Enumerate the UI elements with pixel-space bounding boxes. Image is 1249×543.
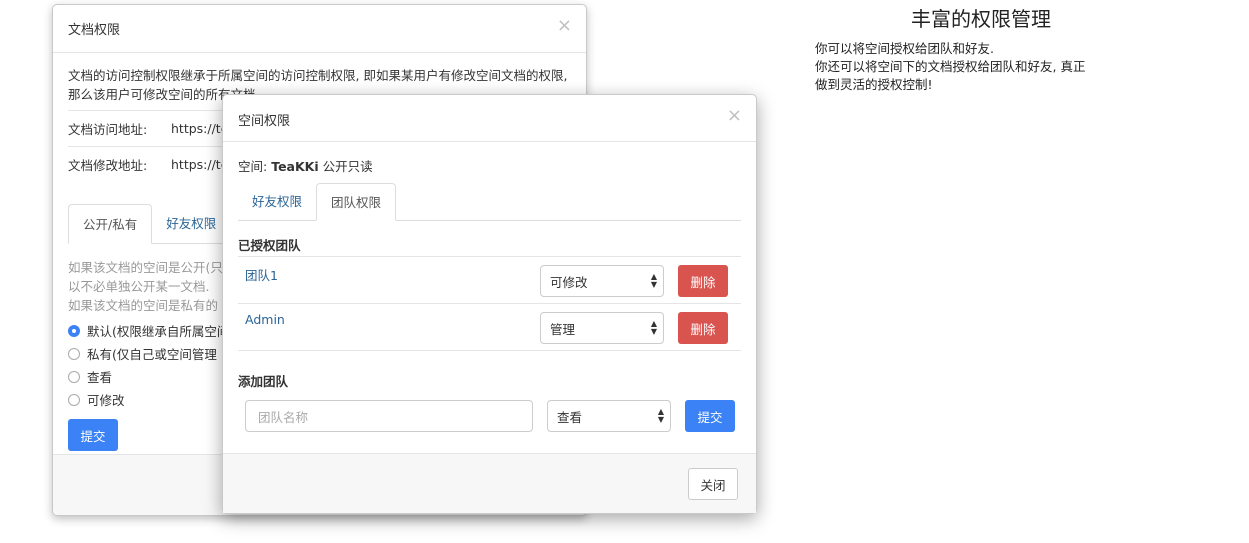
feature-line: 你还可以将空间下的文档授权给团队和好友, 真正	[815, 59, 1086, 74]
select-value: 管理	[550, 321, 576, 337]
radio-label: 默认(权限继承自所属空间	[87, 324, 230, 339]
add-team-submit-button[interactable]: 提交	[685, 400, 735, 432]
select-arrows-icon: ▲ ▼	[657, 407, 664, 424]
feature-title: 丰富的权限管理	[911, 7, 1051, 31]
doc-access-url[interactable]: https://te	[171, 121, 228, 136]
team-permission-select[interactable]: 管理 ▲ ▼	[540, 312, 664, 344]
team-name-input[interactable]: 团队名称	[245, 400, 533, 432]
radio-label: 私有(仅自己或空间管理	[87, 347, 217, 362]
space-permission-tabs: 好友权限 团队权限	[238, 183, 741, 221]
tab-team-permission[interactable]: 团队权限	[316, 183, 397, 221]
radio-label: 查看	[87, 370, 113, 385]
close-button[interactable]: 关闭	[688, 468, 738, 500]
select-arrows-icon: ▲ ▼	[650, 319, 657, 336]
radio-label: 可修改	[87, 393, 125, 408]
tab-friend-permission[interactable]: 好友权限	[238, 183, 316, 220]
space-permission-modal: 空间权限 × 空间: TeaKKi 公开只读 好友权限 团队权限 已授权团队 团…	[222, 94, 757, 514]
space-modal-body: 空间: TeaKKi 公开只读 好友权限 团队权限 已授权团队 团队1 可修改 …	[223, 142, 756, 432]
space-label: 空间:	[238, 159, 268, 174]
feature-line: 做到灵活的授权控制!	[815, 77, 933, 92]
doc-access-label: 文档访问地址:	[68, 122, 148, 137]
tab-public-private[interactable]: 公开/私有	[68, 204, 153, 244]
close-icon[interactable]: ×	[557, 17, 572, 35]
space-modal-footer: 关闭	[223, 453, 756, 513]
add-team-form: 团队名称 查看 ▲ ▼ 提交	[238, 400, 741, 432]
team-permission-select[interactable]: 可修改 ▲ ▼	[540, 265, 664, 297]
close-icon[interactable]: ×	[727, 107, 742, 125]
tab-friend-permission[interactable]: 好友权限	[152, 204, 230, 243]
team-name-link[interactable]: 团队1	[238, 265, 540, 284]
add-team-heading: 添加团队	[238, 374, 289, 389]
doc-edit-label: 文档修改地址:	[68, 158, 148, 173]
feature-description: 你可以将空间授权给团队和好友. 你还可以将空间下的文档授权给团队和好友, 真正 …	[815, 40, 1175, 94]
select-value: 可修改	[550, 274, 588, 290]
delete-team-button[interactable]: 删除	[678, 265, 728, 297]
submit-button[interactable]: 提交	[68, 419, 118, 451]
doc-modal-header: 文档权限 ×	[53, 5, 586, 53]
space-info: 空间: TeaKKi 公开只读	[238, 156, 741, 174]
space-mode: 公开只读	[322, 159, 373, 174]
select-value: 查看	[557, 409, 583, 425]
feature-line: 你可以将空间授权给团队和好友.	[815, 41, 994, 56]
space-modal-header: 空间权限 ×	[223, 95, 756, 142]
new-team-permission-select[interactable]: 查看 ▲ ▼	[547, 400, 671, 432]
radio-unchecked-icon[interactable]	[68, 370, 80, 383]
space-name: TeaKKi	[271, 159, 319, 174]
team-name-link[interactable]: Admin	[238, 312, 540, 327]
space-modal-title: 空间权限	[238, 114, 291, 129]
select-arrows-icon: ▲ ▼	[650, 272, 657, 289]
doc-edit-url[interactable]: https://te	[171, 157, 228, 172]
doc-modal-title: 文档权限	[68, 23, 121, 38]
team-row: Admin 管理 ▲ ▼ 删除	[238, 304, 741, 351]
radio-unchecked-icon[interactable]	[68, 347, 80, 360]
authorized-teams-heading: 已授权团队	[238, 235, 741, 257]
radio-checked-icon[interactable]	[68, 324, 80, 337]
delete-team-button[interactable]: 删除	[678, 312, 728, 344]
radio-unchecked-icon[interactable]	[68, 393, 80, 406]
team-row: 团队1 可修改 ▲ ▼ 删除	[238, 257, 741, 304]
